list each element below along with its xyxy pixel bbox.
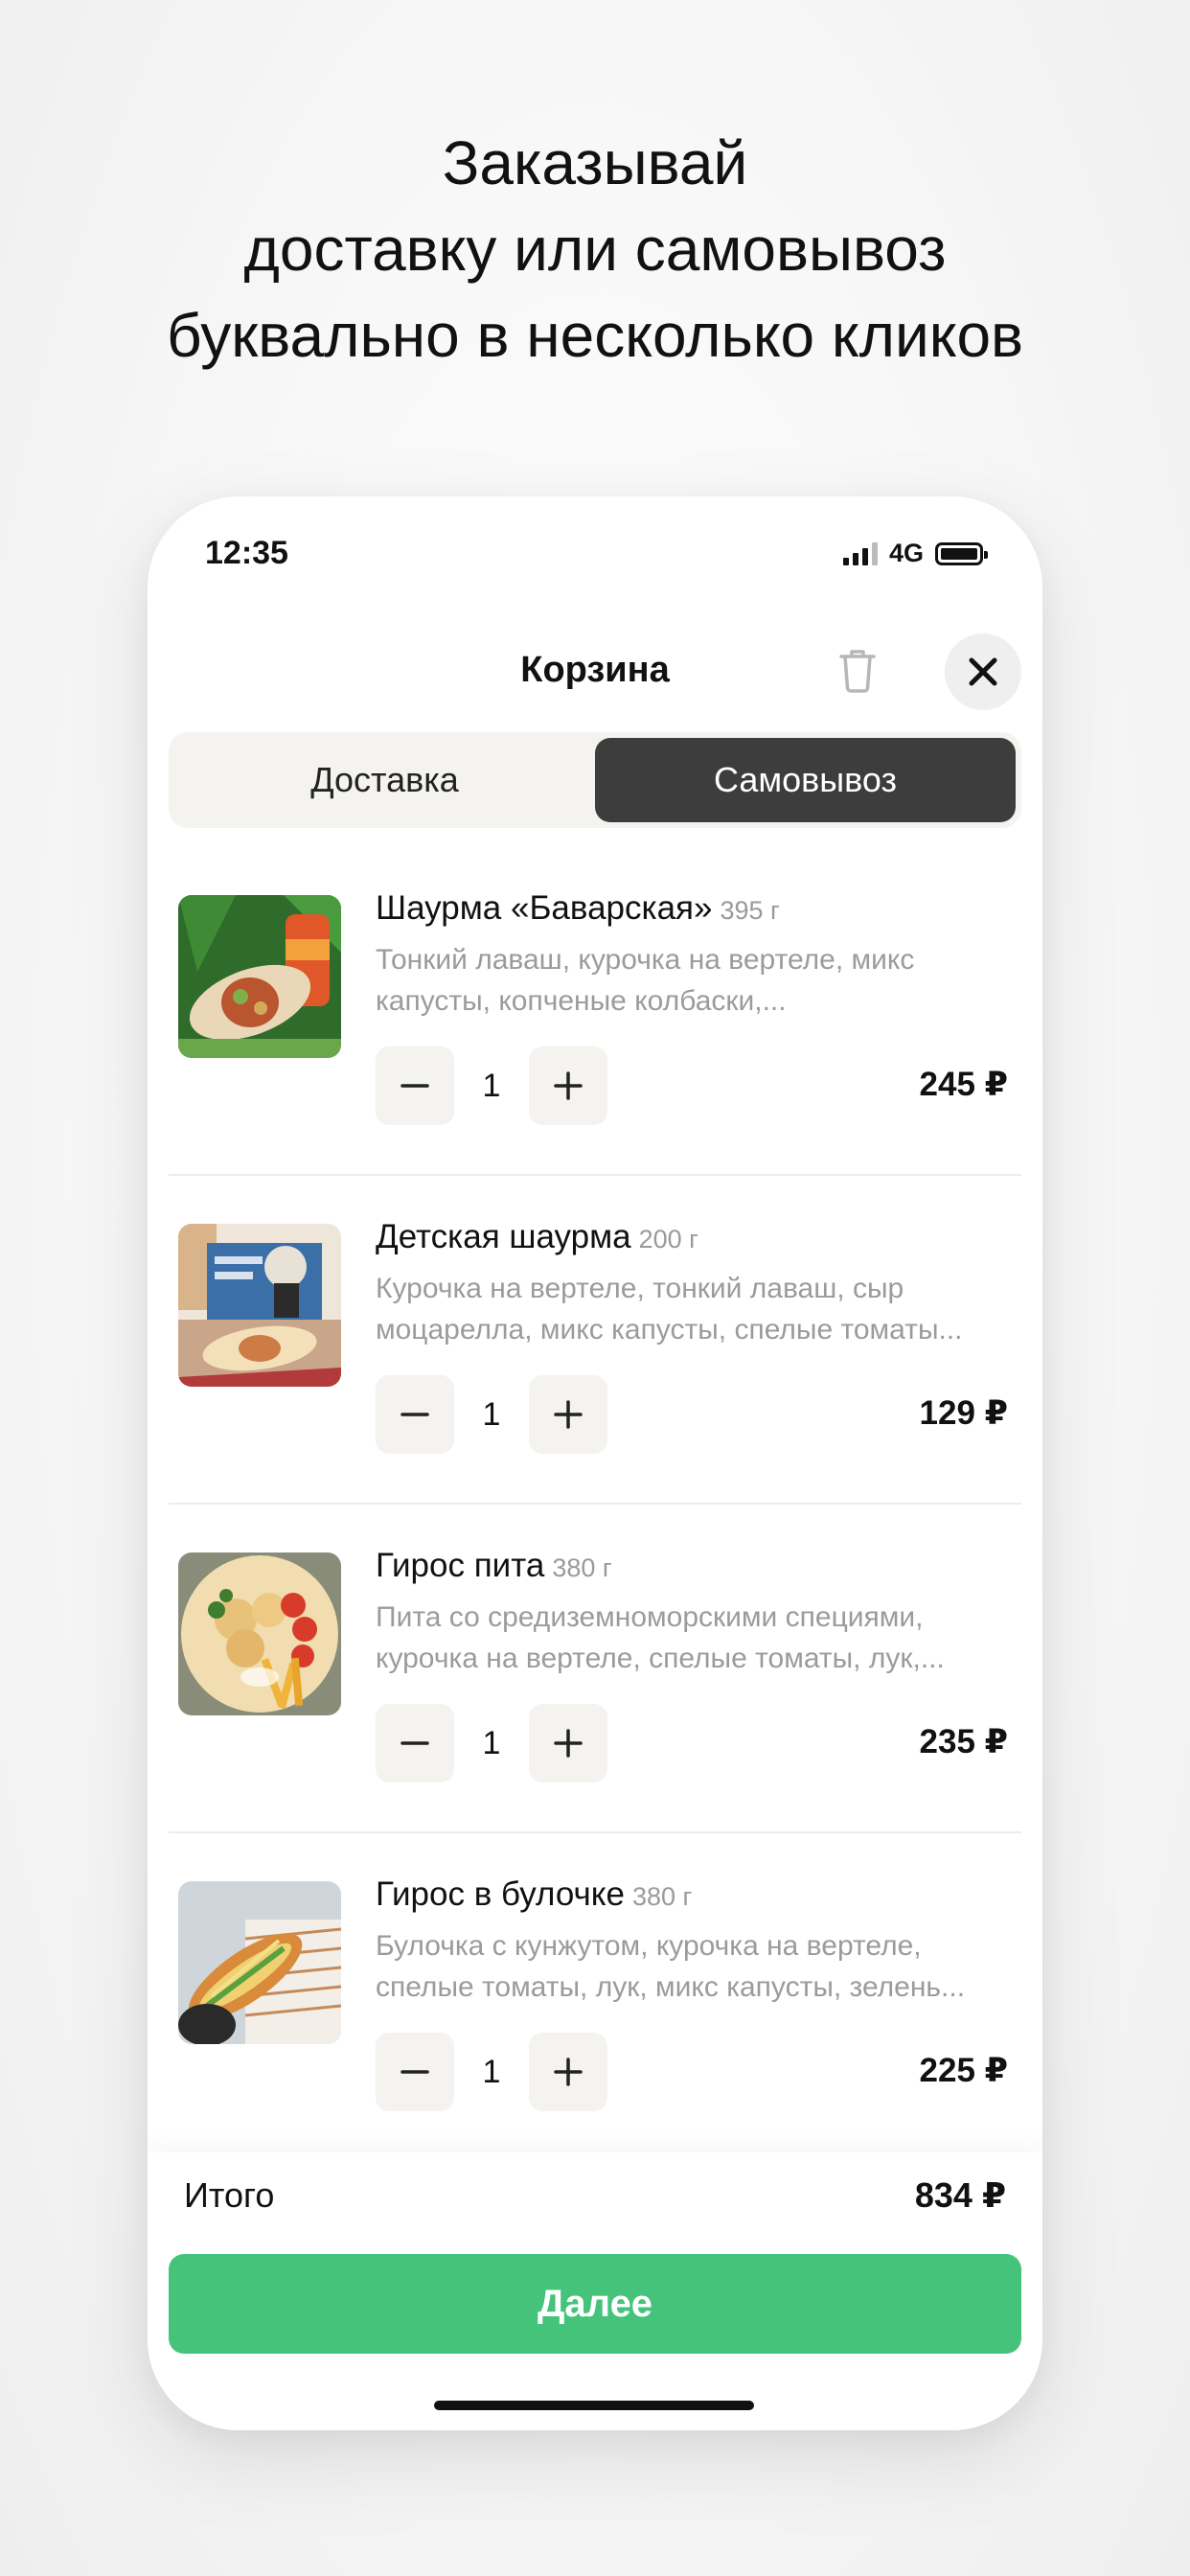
minus-icon	[400, 1413, 429, 1416]
plus-icon	[554, 1729, 583, 1758]
item-price: 225 ₽	[919, 2052, 1008, 2089]
increase-quantity-button[interactable]	[529, 1046, 607, 1125]
item-quantity: 1	[482, 1068, 501, 1104]
total-value: 834 ₽	[914, 2175, 1006, 2215]
item-description: Булочка с кунжутом, курочка на вертеле, с…	[376, 1930, 966, 2003]
item-price: 129 ₽	[919, 1394, 1008, 1432]
minus-icon	[400, 1741, 429, 1745]
total-label: Итого	[184, 2175, 275, 2215]
minus-icon	[400, 1084, 429, 1088]
status-indicators: 4G	[842, 539, 988, 568]
next-button[interactable]: Далее	[169, 2254, 1021, 2354]
item-photo	[178, 1881, 341, 2044]
decrease-quantity-button[interactable]	[376, 1704, 454, 1782]
network-type: 4G	[888, 539, 924, 567]
increase-quantity-button[interactable]	[529, 1375, 607, 1454]
home-indicator	[434, 2401, 754, 2410]
cart-item: Шаурма «Баварская» 395 г Тонкий лаваш, ку…	[169, 847, 1021, 1176]
headline: Заказывай доставку или самовывоз букваль…	[0, 120, 1190, 379]
decrease-quantity-button[interactable]	[376, 1375, 454, 1454]
item-description: Тонкий лаваш, курочка на вертеле, микс ка…	[376, 944, 915, 1017]
item-weight: 200 г	[638, 1225, 699, 1254]
battery-icon	[935, 541, 988, 565]
trash-icon[interactable]	[835, 645, 880, 695]
headline-line-3: буквально в несколько кликов	[166, 301, 1024, 370]
decrease-quantity-button[interactable]	[376, 2033, 454, 2111]
increase-quantity-button[interactable]	[529, 2033, 607, 2111]
item-quantity: 1	[482, 1725, 501, 1761]
headline-line-2: доставку или самовывоз	[243, 215, 947, 284]
item-name: Шаурма «Баварская» 395 г	[376, 889, 780, 927]
item-price: 235 ₽	[919, 1723, 1008, 1760]
increase-quantity-button[interactable]	[529, 1704, 607, 1782]
tab-delivery[interactable]: Доставка	[174, 738, 595, 822]
phone-frame: 12:35 4G Корзина Доставка Самовывоз Шаур…	[148, 496, 1042, 2430]
item-photo	[178, 1552, 341, 1715]
item-name: Гирос пита 380 г	[376, 1547, 612, 1584]
minus-icon	[400, 2070, 429, 2074]
cart-footer: Итого 834 ₽ Далее	[148, 2152, 1042, 2430]
signal-icon	[842, 541, 878, 565]
item-name: Детская шаурма 200 г	[376, 1218, 699, 1255]
item-price: 245 ₽	[919, 1066, 1008, 1103]
plus-icon	[554, 1400, 583, 1429]
close-button[interactable]	[945, 633, 1021, 710]
cart-item: Детская шаурма 200 г Курочка на вертеле, …	[169, 1176, 1021, 1505]
item-weight: 380 г	[631, 1882, 693, 1911]
plus-icon	[554, 1071, 583, 1100]
item-weight: 395 г	[720, 896, 780, 925]
plus-icon	[554, 2058, 583, 2086]
item-photo	[178, 895, 341, 1058]
item-quantity: 1	[482, 2054, 501, 2090]
cart-item: Гирос пита 380 г Пита со средиземноморски…	[169, 1505, 1021, 1833]
item-weight: 380 г	[552, 1553, 612, 1582]
status-time: 12:35	[205, 535, 288, 571]
item-quantity: 1	[482, 1396, 501, 1433]
tab-pickup[interactable]: Самовывоз	[595, 738, 1016, 822]
cart-item: Гирос в булочке 380 г Булочка с кунжутом,…	[169, 1833, 1021, 2152]
item-name: Гирос в булочке 380 г	[376, 1875, 693, 1913]
delivery-mode-tabs: Доставка Самовывоз	[169, 732, 1021, 828]
page-title: Корзина	[520, 650, 670, 690]
close-icon	[969, 657, 997, 686]
item-photo	[178, 1224, 341, 1387]
headline-line-1: Заказывай	[442, 128, 748, 197]
item-description: Пита со средиземноморскими специями, куро…	[376, 1601, 945, 1674]
item-description: Курочка на вертеле, тонкий лаваш, сыр моц…	[376, 1273, 963, 1346]
decrease-quantity-button[interactable]	[376, 1046, 454, 1125]
